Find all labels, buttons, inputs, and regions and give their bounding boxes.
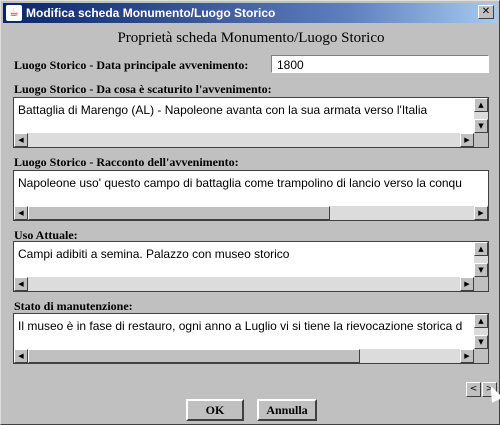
scroll-right-icon[interactable]: ▶ xyxy=(474,206,488,220)
scroll-left-icon[interactable]: ◀ xyxy=(14,206,28,220)
vertical-scrollbar[interactable]: ▲ ▼ xyxy=(474,242,488,277)
scroll-right-icon[interactable]: ▶ xyxy=(460,349,474,363)
scroll-left-icon[interactable]: ◀ xyxy=(14,277,28,291)
title-bar[interactable]: ☕ Modifica scheda Monumento/Luogo Storic… xyxy=(3,3,497,23)
horizontal-scrollbar[interactable]: ◀ ▶ xyxy=(14,206,488,220)
vertical-scrollbar[interactable]: ▲ ▼ xyxy=(474,98,488,133)
dialog-window: ☕ Modifica scheda Monumento/Luogo Storic… xyxy=(0,0,500,425)
scroll-left-icon[interactable]: ◀ xyxy=(14,349,28,363)
java-icon: ☕ xyxy=(6,5,22,21)
manutenzione-label: Stato di manutenzione: xyxy=(14,299,133,313)
uso-text: Campi adibiti a semina. Palazzo con muse… xyxy=(18,247,290,261)
horizontal-scrollbar[interactable]: ◀ ▶ xyxy=(14,349,474,363)
ok-button[interactable]: OK xyxy=(186,399,244,421)
scroll-right-icon[interactable]: ▶ xyxy=(460,133,474,147)
window-title: Modifica scheda Monumento/Luogo Storico xyxy=(26,6,276,20)
close-icon[interactable]: ✕ xyxy=(478,5,494,19)
scroll-down-icon[interactable]: ▼ xyxy=(474,335,488,349)
data-field[interactable]: 1800 xyxy=(271,55,489,73)
racconto-label: Luogo Storico - Racconto dell'avveniment… xyxy=(14,155,239,169)
scroll-left-icon[interactable]: ◀ xyxy=(14,133,28,147)
scaturito-text: Battaglia di Marengo (AL) - Napoleone av… xyxy=(18,103,428,117)
data-label: Luogo Storico - Data principale avvenime… xyxy=(14,58,249,72)
scroll-corner xyxy=(474,349,488,363)
uso-textarea[interactable]: Campi adibiti a semina. Palazzo con muse… xyxy=(13,241,489,292)
mouse-cursor-icon xyxy=(485,383,500,403)
vertical-scrollbar[interactable]: ▲ ▼ xyxy=(474,314,488,349)
racconto-textarea[interactable]: Napoleone uso' questo campo di battaglia… xyxy=(13,170,489,221)
scroll-corner xyxy=(474,277,488,291)
racconto-text: Napoleone uso' questo campo di battaglia… xyxy=(18,176,462,190)
horizontal-scrollbar[interactable]: ◀ ▶ xyxy=(14,133,474,147)
scroll-up-icon[interactable]: ▲ xyxy=(474,242,488,256)
scroll-up-icon[interactable]: ▲ xyxy=(474,314,488,328)
scroll-down-icon[interactable]: ▼ xyxy=(474,119,488,133)
scroll-right-icon[interactable]: ▶ xyxy=(460,277,474,291)
scroll-thumb[interactable] xyxy=(28,349,360,363)
manutenzione-text: Il museo è in fase di restauro, ogni ann… xyxy=(18,319,463,333)
nav-prev-button[interactable]: < xyxy=(466,382,481,397)
scaturito-textarea[interactable]: Battaglia di Marengo (AL) - Napoleone av… xyxy=(13,97,489,148)
manutenzione-textarea[interactable]: Il museo è in fase di restauro, ogni ann… xyxy=(13,313,489,364)
page-title: Proprietà scheda Monumento/Luogo Storico xyxy=(117,30,385,46)
scaturito-label: Luogo Storico - Da cosa è scaturito l'av… xyxy=(14,82,272,96)
scroll-up-icon[interactable]: ▲ xyxy=(474,98,488,112)
scroll-corner xyxy=(474,133,488,147)
horizontal-scrollbar[interactable]: ◀ ▶ xyxy=(14,277,474,291)
scroll-down-icon[interactable]: ▼ xyxy=(474,263,488,277)
annulla-button[interactable]: Annulla xyxy=(257,399,317,421)
scroll-thumb[interactable] xyxy=(28,206,330,220)
